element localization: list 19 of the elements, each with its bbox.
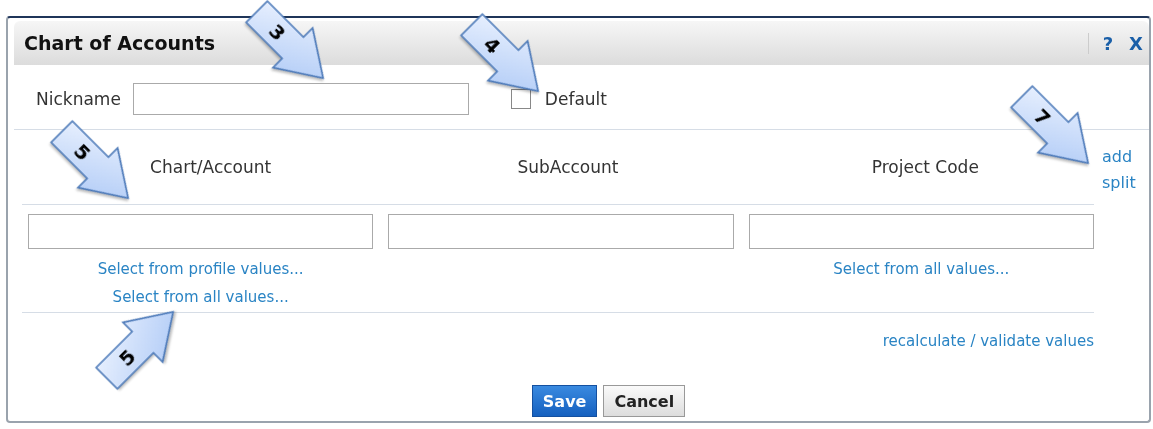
nickname-label: Nickname bbox=[36, 89, 121, 109]
input-field[interactable] bbox=[28, 214, 374, 249]
default-label: Default bbox=[544, 89, 607, 109]
select-values-link[interactable]: Select from all values... bbox=[833, 255, 1010, 283]
nickname-field[interactable] bbox=[132, 83, 469, 115]
input-field[interactable] bbox=[748, 214, 1094, 249]
dialog-button[interactable]: Cancel bbox=[603, 385, 686, 417]
select-values-link[interactable]: Select from profile values... bbox=[97, 255, 304, 283]
column-heading: Project Code bbox=[870, 157, 980, 177]
window-title: Chart of Accounts bbox=[24, 32, 216, 54]
recalculate-link[interactable]: recalculate / validate values bbox=[882, 327, 1094, 355]
help-button[interactable]: ? bbox=[1102, 32, 1114, 54]
column-heading: SubAccount bbox=[516, 157, 620, 177]
dialog-button[interactable]: Save bbox=[531, 385, 598, 417]
add-split-link[interactable]: add split bbox=[1102, 144, 1142, 196]
input-field[interactable] bbox=[388, 214, 734, 249]
select-values-link[interactable]: Select from all values... bbox=[112, 283, 289, 311]
close-button[interactable]: X bbox=[1129, 32, 1143, 54]
column-heading: Chart/Account bbox=[149, 157, 273, 177]
